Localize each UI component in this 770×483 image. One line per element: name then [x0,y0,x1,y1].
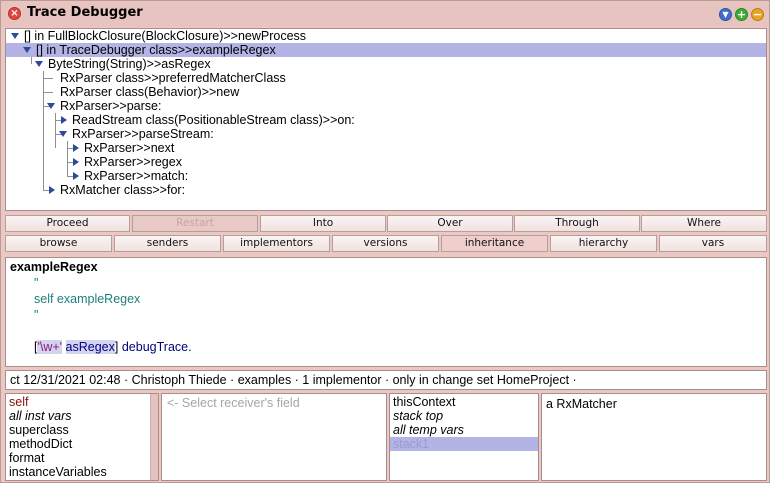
expanded-triangle-icon[interactable] [23,47,31,53]
title-bar[interactable]: × Trace Debugger ▼ + − [1,1,769,27]
code-statement: ['\w+' asRegex] debugTrace. [34,340,192,354]
comment-quote-close: " [34,308,39,322]
block-close: ] [114,340,119,354]
tree-item[interactable]: RxParser>>parseStream: [6,127,766,141]
tree-item-label: RxParser>>regex [84,155,182,169]
method-info-line: ct 12/31/2021 02:48 · Christoph Thiede ·… [5,370,767,390]
list-item[interactable]: instanceVariables [9,465,107,479]
list-item[interactable]: all inst vars [9,409,72,423]
implementors-button[interactable]: implementors [223,235,330,252]
string-literal: '\w+' [37,340,63,354]
tree-item[interactable]: RxMatcher class>>for: [6,183,766,197]
collapsed-triangle-icon[interactable] [73,144,79,152]
tree-item-label: RxParser class>>preferredMatcherClass [60,71,286,85]
where-button[interactable]: Where [641,215,767,232]
window-title: Trace Debugger [27,5,143,20]
senders-button[interactable]: senders [114,235,221,252]
expanded-triangle-icon[interactable] [59,131,67,137]
close-icon[interactable]: × [8,7,21,20]
over-button[interactable]: Over [387,215,513,232]
tree-item-label: [] in TraceDebugger class>>exampleRegex [36,43,276,57]
field-value-text: a RxMatcher [546,397,617,411]
method-comment: self exampleRegex [34,292,141,306]
tree-item[interactable]: RxParser class(Behavior)>>new [6,85,766,99]
tree-item-label: RxMatcher class>>for: [60,183,186,197]
list-item-selected[interactable]: stack1 [390,437,538,451]
collapsed-triangle-icon[interactable] [49,186,55,194]
tree-item-label: RxParser>>parse: [60,99,162,113]
debug-button-bar: Proceed Restart Into Over Through Where [5,215,767,232]
into-button[interactable]: Into [260,215,386,232]
collapsed-triangle-icon[interactable] [61,116,67,124]
versions-button[interactable]: versions [332,235,439,252]
expand-icon[interactable]: + [735,8,748,21]
list-item[interactable]: thisContext [393,395,456,409]
tree-item[interactable]: ByteString(String)>>asRegex [6,57,766,71]
collapsed-triangle-icon[interactable] [73,172,79,180]
tree-item[interactable]: RxParser>>match: [6,169,766,183]
field-placeholder: <- Select receiver's field [167,396,300,410]
code-editor[interactable]: exampleRegex " self exampleRegex " ['\w+… [5,257,767,367]
context-inspector-list[interactable]: thisContext stack top all temp vars stac… [389,393,539,481]
restart-button[interactable]: Restart [132,215,258,232]
tree-item-label: ByteString(String)>>asRegex [48,57,211,71]
list-item[interactable]: methodDict [9,437,72,451]
tree-item-label: RxParser>>next [84,141,175,155]
tree-item-selected[interactable]: [] in TraceDebugger class>>exampleRegex [6,43,766,57]
proceed-button[interactable]: Proceed [5,215,130,232]
collapsed-triangle-icon[interactable] [73,158,79,166]
tree-item[interactable]: RxParser>>next [6,141,766,155]
expanded-triangle-icon[interactable] [35,61,43,67]
hierarchy-button[interactable]: hierarchy [550,235,657,252]
tree-item[interactable]: ReadStream class(PositionableStream clas… [6,113,766,127]
tree-item[interactable]: RxParser class>>preferredMatcherClass [6,71,766,85]
list-item[interactable]: stack top [393,409,443,423]
tree-item-label: RxParser class(Behavior)>>new [60,85,240,99]
list-item[interactable]: superclass [9,423,69,437]
receiver-inspector-list[interactable]: self all inst vars superclass methodDict… [5,393,159,481]
message-selector: asRegex [65,340,115,354]
vars-button[interactable]: vars [659,235,767,252]
list-item-label: stack1 [393,437,430,451]
list-item[interactable]: format [9,451,44,465]
comment-quote-open: " [34,276,39,290]
tree-item[interactable]: RxParser>>parse: [6,99,766,113]
receiver-field-value[interactable]: <- Select receiver's field [161,393,387,481]
window-menu-icon[interactable]: ▼ [719,8,732,21]
tree-item[interactable]: [] in FullBlockClosure(BlockClosure)>>ne… [6,29,766,43]
scrollbar[interactable] [150,394,158,480]
expanded-triangle-icon[interactable] [47,103,55,109]
trace-debugger-window: × Trace Debugger ▼ + − [] in FullBlockCl… [0,0,770,483]
list-item[interactable]: all temp vars [393,423,464,437]
expanded-triangle-icon[interactable] [11,33,19,39]
trace-tree[interactable]: [] in FullBlockClosure(BlockClosure)>>ne… [5,28,767,211]
collapse-icon[interactable]: − [751,8,764,21]
tree-item[interactable]: RxParser>>regex [6,155,766,169]
through-button[interactable]: Through [514,215,640,232]
tree-item-label: [] in FullBlockClosure(BlockClosure)>>ne… [24,29,307,43]
trailing-message: debugTrace. [121,340,192,354]
browse-button-bar: browse senders implementors versions inh… [5,235,767,252]
inheritance-button[interactable]: inheritance [441,235,548,252]
tree-item-label: ReadStream class(PositionableStream clas… [72,113,355,127]
tree-item-label: RxParser>>match: [84,169,189,183]
tree-item-label: RxParser>>parseStream: [72,127,214,141]
browse-button[interactable]: browse [5,235,112,252]
context-field-value[interactable]: a RxMatcher [541,393,767,481]
list-item[interactable]: self [9,395,28,409]
method-name: exampleRegex [10,260,98,274]
